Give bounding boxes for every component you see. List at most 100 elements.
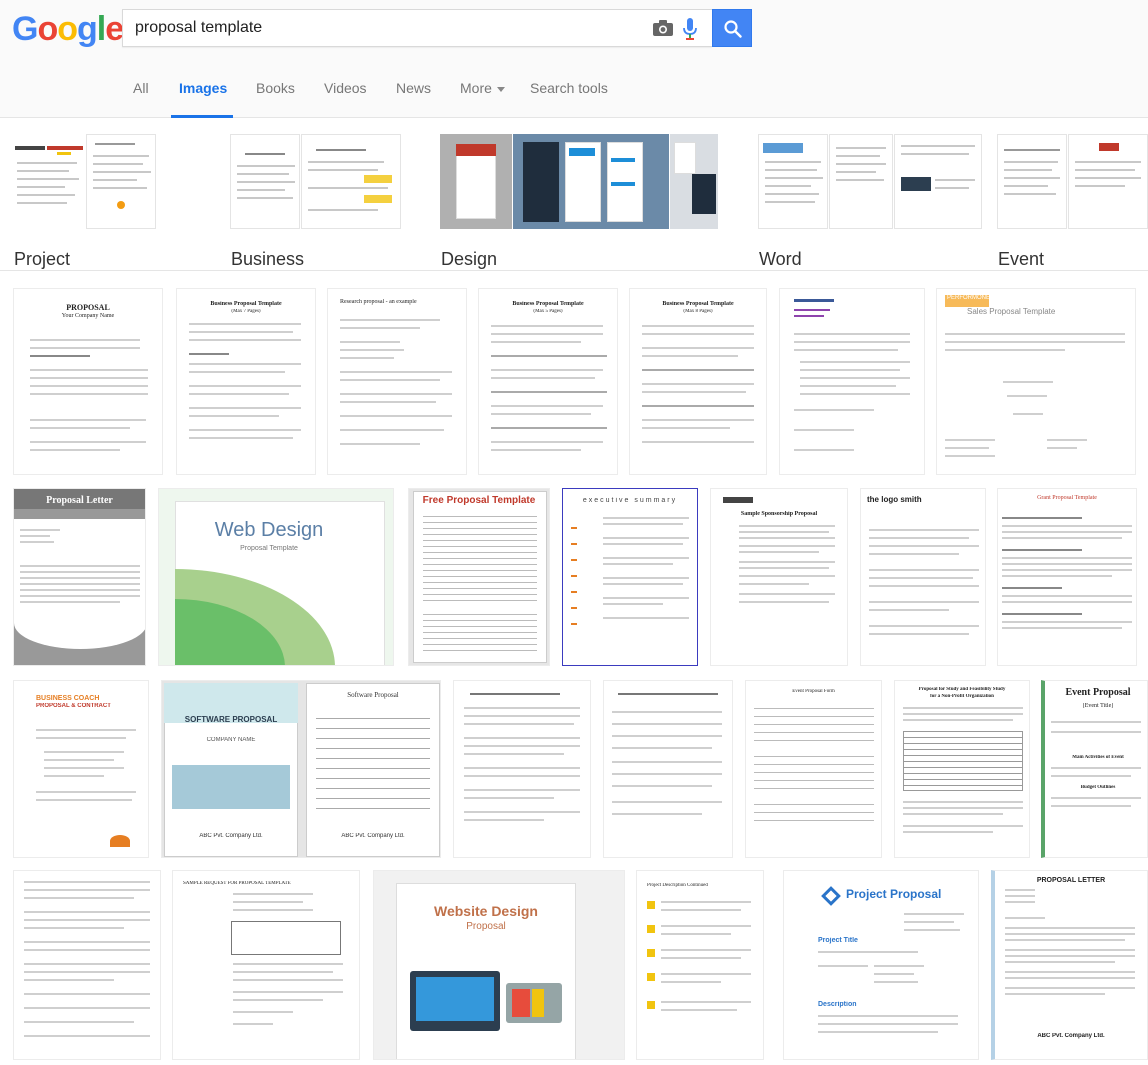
topic-thumb	[758, 134, 828, 229]
active-tab-indicator	[171, 115, 233, 118]
result-title: Event Proposal Form	[792, 689, 835, 694]
mic-icon[interactable]	[683, 18, 697, 40]
result-title: Business Proposal Template	[210, 301, 282, 307]
result-title: Business Proposal Template	[512, 301, 584, 307]
image-result[interactable]: Event Proposal [Event Title] Main Activi…	[1041, 680, 1148, 858]
image-result[interactable]: Business Proposal Template (Max 7 Pages)	[176, 288, 316, 475]
image-result[interactable]: Grant Proposal Template	[997, 488, 1137, 666]
image-result[interactable]: PROPOSAL Your Company Name	[13, 288, 163, 475]
topic-label: Event	[998, 249, 1045, 269]
result-title: Project Proposal	[846, 887, 942, 901]
image-results-grid: PROPOSAL Your Company Name Business Prop…	[0, 280, 1148, 1065]
image-result[interactable]	[453, 680, 591, 858]
topic-event[interactable]: Event	[997, 134, 1148, 269]
tab-more-label: More	[460, 80, 492, 96]
result-title: Proposal for Study and Feasibility Study	[918, 687, 1006, 692]
topic-project[interactable]: Project	[13, 134, 220, 269]
result-title: Proposal Letter	[46, 495, 113, 506]
result-title: Web Design	[214, 519, 324, 541]
topic-thumb	[1068, 134, 1148, 229]
image-result[interactable]: Sales Proposal Template PERFORMONE	[936, 288, 1136, 475]
result-footer: ABC Pvt. Company Ltd.	[341, 833, 405, 839]
image-result[interactable]: Research proposal - an example	[327, 288, 467, 475]
topic-thumb	[829, 134, 893, 229]
result-subtitle: PERFORMONE	[947, 295, 991, 301]
result-title: Project Description Continued	[647, 883, 708, 888]
search-input[interactable]	[135, 10, 615, 46]
topic-thumb	[301, 134, 401, 229]
image-result[interactable]: Business Proposal Template (Max 8 Pages)	[629, 288, 767, 475]
image-result[interactable]: Proposal for Study and Feasibility Study…	[894, 680, 1030, 858]
result-title: SAMPLE REQUEST FOR PROPOSAL TEMPLATE	[183, 881, 291, 886]
topic-thumb	[230, 134, 300, 229]
topic-thumb	[670, 134, 718, 229]
tab-more[interactable]: More	[460, 80, 505, 96]
result-footer: ABC Pvt. Company Ltd.	[1037, 1033, 1105, 1039]
result-subtitle: [Event Title]	[1082, 703, 1114, 709]
result-section: Description	[818, 1001, 857, 1008]
image-result[interactable]: Web Design Proposal Template	[158, 488, 394, 666]
image-result[interactable]: SAMPLE REQUEST FOR PROPOSAL TEMPLATE	[172, 870, 360, 1060]
tab-all[interactable]: All	[133, 80, 149, 96]
result-title: Sample Sponsorship Proposal	[740, 511, 818, 517]
result-title: Software Proposal	[347, 691, 399, 699]
result-title: Event Proposal	[1065, 687, 1131, 698]
tab-videos[interactable]: Videos	[324, 80, 367, 96]
image-result[interactable]: Sample Sponsorship Proposal	[710, 488, 848, 666]
image-result[interactable]: Business Proposal Template (Max 5 Pages)	[478, 288, 618, 475]
tab-images[interactable]: Images	[179, 80, 227, 96]
result-title: Sales Proposal Template	[967, 307, 1056, 316]
image-result[interactable]: Event Proposal Form	[745, 680, 882, 858]
result-subtitle: (Max 7 Pages)	[231, 309, 261, 314]
top-bar: Google	[0, 0, 1148, 60]
divider	[0, 270, 1148, 271]
topic-word[interactable]: Word	[758, 134, 988, 269]
search-icon	[724, 20, 742, 38]
image-result[interactable]	[779, 288, 925, 475]
result-footer: ABC Pvt. Company Ltd.	[199, 833, 263, 839]
topic-thumb	[86, 134, 156, 229]
result-subtitle: (Max 8 Pages)	[683, 309, 713, 314]
result-subtitle: PROPOSAL & CONTRACT	[36, 703, 111, 709]
topic-thumb	[997, 134, 1067, 229]
image-result[interactable]: PROPOSAL LETTER ABC Pvt. Company Ltd.	[991, 870, 1148, 1060]
search-button[interactable]	[712, 9, 752, 47]
result-title: Website Design	[434, 903, 538, 919]
result-subtitle: Proposal	[466, 921, 506, 932]
result-title: PROPOSAL LETTER	[1036, 877, 1106, 884]
result-title: SOFTWARE PROPOSAL	[184, 715, 278, 724]
result-title: BUSINESS COACH	[36, 695, 100, 702]
image-result[interactable]: Website Design Proposal	[373, 870, 625, 1060]
result-title: Research proposal - an example	[340, 299, 417, 305]
result-title: Grant Proposal Template	[1037, 495, 1097, 501]
search-tabs: All Images Books Videos News More Search…	[0, 60, 1148, 118]
result-section: Budget Outlines	[1080, 785, 1116, 790]
google-logo[interactable]: Google	[12, 10, 124, 48]
topic-label: Word	[759, 249, 802, 269]
topic-business[interactable]: Business	[230, 134, 430, 269]
image-result[interactable]: executive summary	[562, 488, 698, 666]
image-result[interactable]: the logo smith	[860, 488, 986, 666]
chevron-down-icon	[496, 86, 505, 92]
camera-icon[interactable]	[653, 20, 673, 36]
google-images-page: Google All Images	[0, 0, 1148, 1065]
image-result[interactable]: SOFTWARE PROPOSAL COMPANY NAME ABC Pvt. …	[161, 680, 441, 858]
search-box[interactable]	[122, 9, 712, 47]
image-result[interactable]: Project Description Continued	[636, 870, 764, 1060]
tab-news[interactable]: News	[396, 80, 431, 96]
tab-search-tools[interactable]: Search tools	[530, 80, 608, 96]
result-subtitle: Your Company Name	[61, 313, 115, 319]
result-title: the logo smith	[867, 495, 922, 504]
result-title: Free Proposal Template	[422, 495, 536, 506]
topic-design[interactable]: Design	[440, 134, 718, 269]
image-result[interactable]: Free Proposal Template	[408, 488, 550, 666]
result-title: PROPOSAL	[66, 303, 110, 312]
image-result[interactable]	[603, 680, 733, 858]
result-section: Main Activities of Event	[1072, 755, 1124, 760]
tab-books[interactable]: Books	[256, 80, 295, 96]
image-result[interactable]: BUSINESS COACH PROPOSAL & CONTRACT	[13, 680, 149, 858]
image-result[interactable]	[13, 870, 161, 1060]
topic-label: Business	[231, 249, 305, 269]
image-result[interactable]: Project Proposal Project Title Descripti…	[783, 870, 979, 1060]
image-result[interactable]: Proposal Letter	[13, 488, 146, 666]
